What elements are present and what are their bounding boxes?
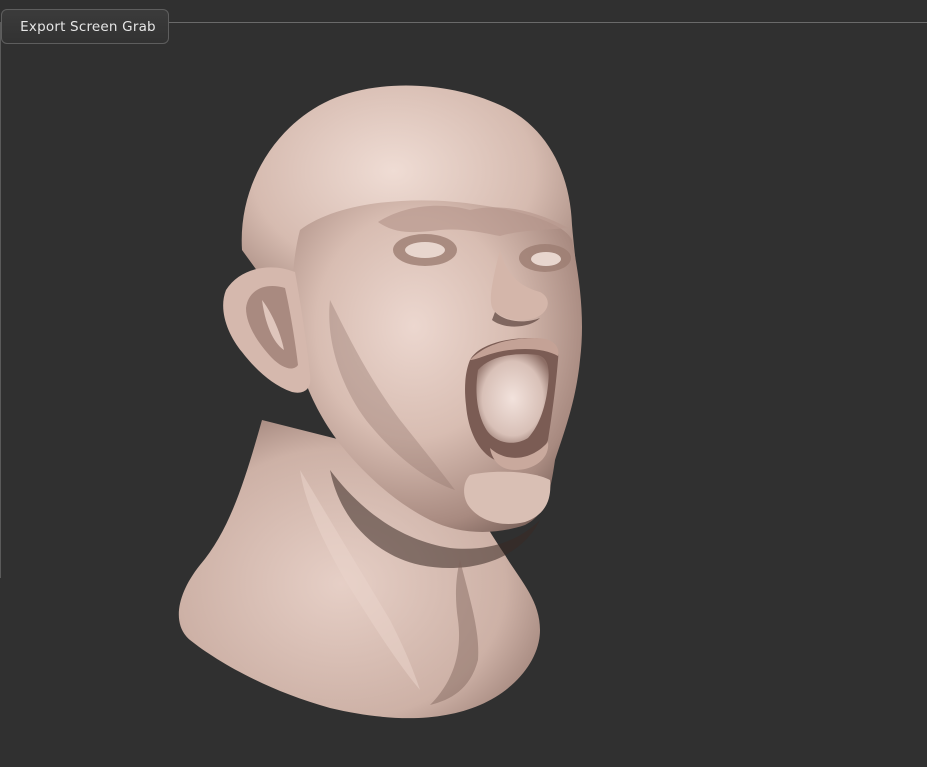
export-screen-grab-button[interactable]: Export Screen Grab [1,9,169,44]
3d-viewport[interactable]: Export Screen Grab [0,0,927,767]
right-eye [531,252,561,266]
left-eye [405,242,445,258]
sculpted-head-model[interactable] [0,0,927,767]
